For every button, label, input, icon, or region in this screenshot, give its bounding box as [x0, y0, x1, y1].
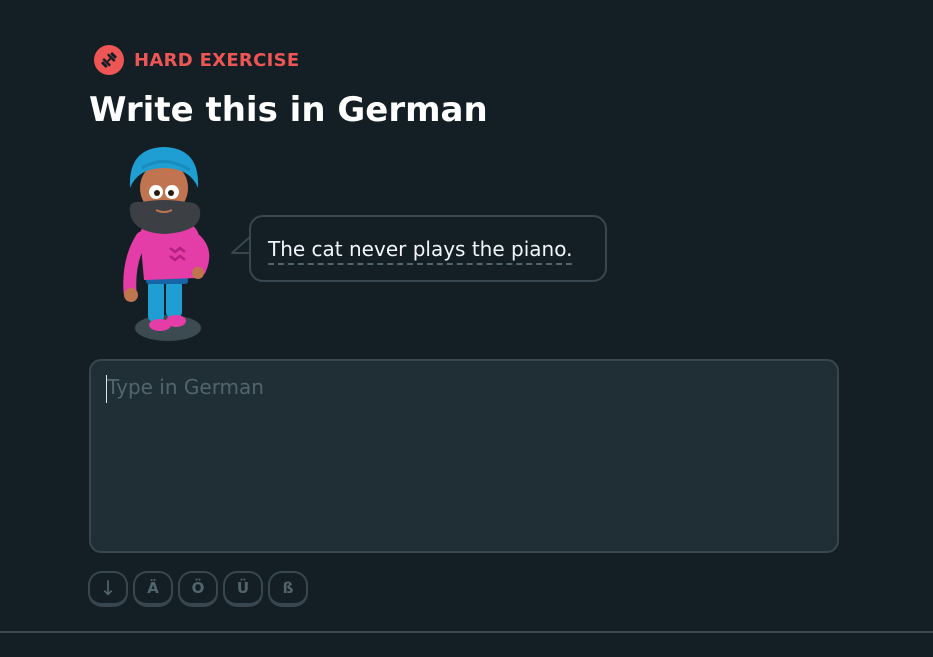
toggle-keyboard-button[interactable]: ↓ [88, 571, 128, 607]
dumbbell-icon [94, 45, 124, 75]
a-umlaut-key[interactable]: Ä [133, 571, 173, 607]
challenge-title: Write this in German [89, 90, 488, 130]
eszett-key[interactable]: ß [268, 571, 308, 607]
prompt-sentence[interactable]: The cat never plays the piano. [268, 237, 573, 265]
character-illustration [120, 140, 220, 345]
o-umlaut-key[interactable]: Ö [178, 571, 218, 607]
badge-label: HARD EXERCISE [134, 49, 300, 71]
special-characters-bar: ↓ Ä Ö Ü ß [88, 571, 313, 607]
u-umlaut-key[interactable]: Ü [223, 571, 263, 607]
answer-input[interactable] [89, 359, 839, 553]
exercise-page: HARD EXERCISE Write this in German The c… [0, 0, 933, 657]
speech-bubble: The cat never plays the piano. [249, 215, 607, 282]
footer-divider [0, 631, 933, 633]
hard-exercise-badge: HARD EXERCISE [94, 44, 299, 76]
text-cursor [106, 375, 107, 403]
